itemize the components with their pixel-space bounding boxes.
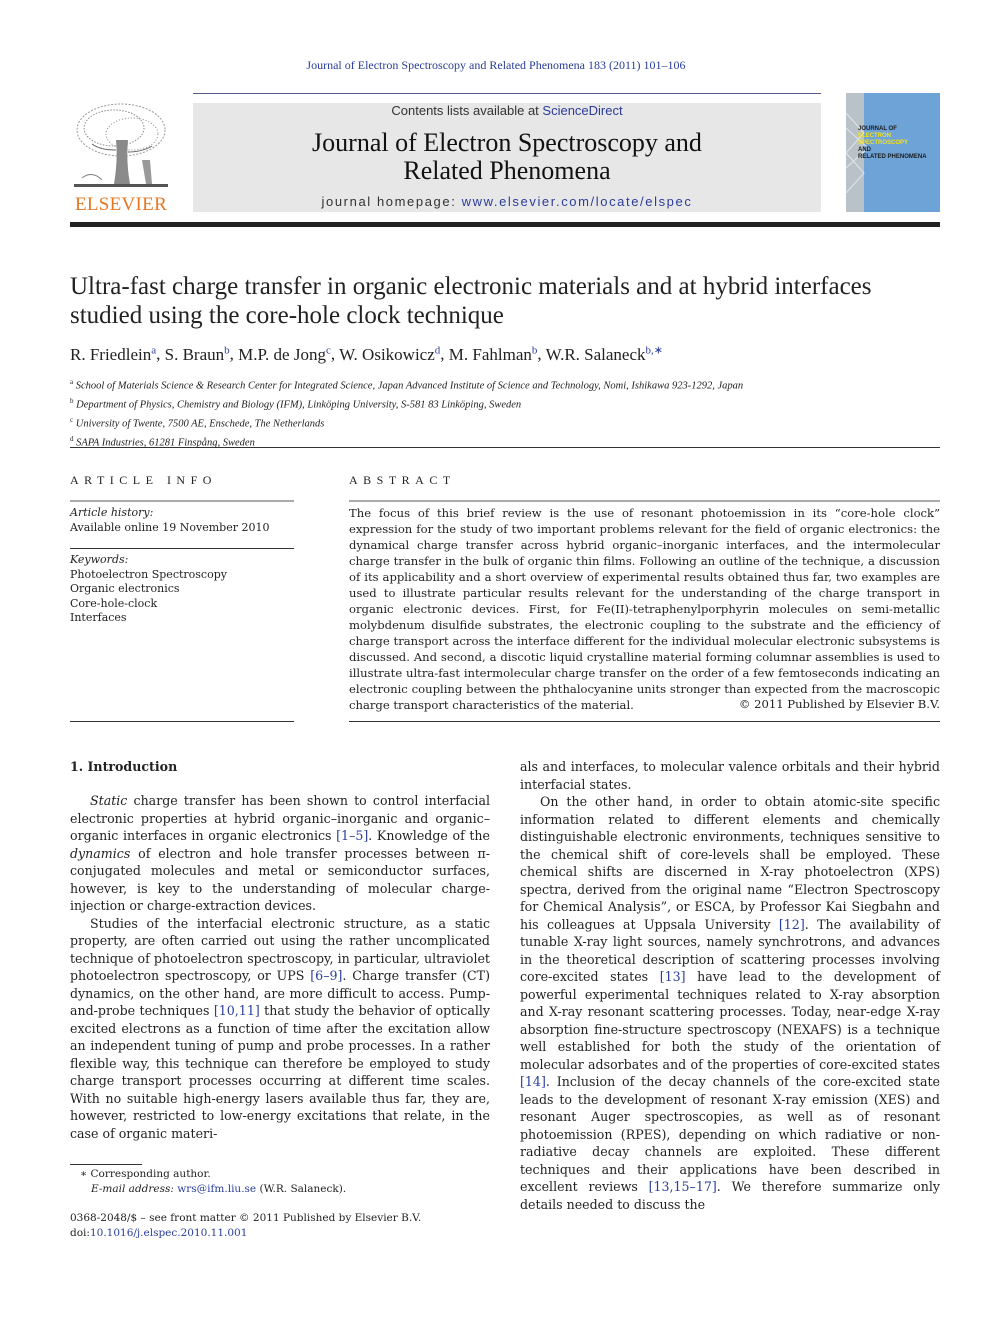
keywords-label: Keywords: — [70, 553, 129, 566]
abstract-copyright: © 2011 Published by Elsevier B.V. — [738, 697, 940, 711]
homepage-link[interactable]: www.elsevier.com/locate/elspec — [462, 194, 693, 209]
article-info-bottom-rule — [70, 721, 294, 722]
abstract-bottom-rule — [349, 721, 940, 722]
cover-line-3: SPECTROSCOPY — [858, 140, 909, 146]
citation-link[interactable]: [12] — [779, 917, 805, 932]
abstract-text: The focus of this brief review is the us… — [349, 506, 940, 712]
journal-cover-thumbnail[interactable]: JOURNAL OF ELECTRON SPECTROSCOPY AND REL… — [846, 93, 940, 212]
author[interactable]: W.R. Salaneckb,∗ — [546, 344, 663, 364]
author-affiliation-sup[interactable]: c — [326, 344, 331, 356]
author-affiliation-sup[interactable]: b,∗ — [646, 344, 663, 356]
author[interactable]: M.P. de Jongc — [238, 344, 331, 364]
affiliation: c University of Twente, 7500 AE, Ensched… — [70, 416, 325, 430]
keywords: Keywords: Photoelectron Spectroscopy Org… — [70, 553, 294, 626]
paragraph: On the other hand, in order to obtain at… — [520, 794, 941, 1212]
affiliation: a School of Materials Science & Research… — [70, 378, 744, 392]
doi-line: doi:10.1016/j.elspec.2010.11.001 — [70, 1226, 248, 1239]
journal-title[interactable]: Journal of Electron Spectroscopy and Rel… — [193, 129, 821, 185]
article-title-line-2: studied using the core-hole clock techni… — [70, 302, 504, 329]
email-note: E-mail address: wrs@ifm.liu.se (W.R. Sal… — [91, 1182, 347, 1195]
elsevier-wordmark: ELSEVIER — [74, 194, 168, 215]
masthead-top-rule — [193, 93, 821, 94]
contents-prefix: Contents lists available at — [391, 103, 543, 118]
abstract-rule — [349, 500, 940, 502]
abstract-heading: ABSTRACT — [349, 473, 456, 487]
front-matter: 0368-2048/$ – see front matter © 2011 Pu… — [70, 1211, 421, 1240]
article-info-rule — [70, 500, 294, 502]
author[interactable]: M. Fahlmanb — [449, 344, 538, 364]
citation-link[interactable]: [1–5] — [336, 828, 368, 843]
keyword: Core-hole-clock — [70, 596, 158, 610]
footnote-rule — [70, 1164, 142, 1165]
paragraph: als and interfaces, to molecular valence… — [520, 759, 940, 792]
sciencedirect-link[interactable]: ScienceDirect — [542, 103, 622, 118]
citation-link[interactable]: [13] — [660, 969, 686, 984]
issn-line: 0368-2048/$ – see front matter © 2011 Pu… — [70, 1212, 422, 1224]
author-affiliation-sup[interactable]: b — [224, 344, 230, 356]
author[interactable]: R. Friedleina — [70, 344, 156, 364]
cover-line-1: JOURNAL OF — [858, 126, 897, 132]
author-list: R. Friedleina, S. Braunb, M.P. de Jongc,… — [70, 344, 663, 364]
corresponding-author-note: ∗ Corresponding author. — [80, 1168, 211, 1180]
journal-title-line-1: Journal of Electron Spectroscopy and — [312, 128, 702, 157]
paragraph: Studies of the interfacial electronic st… — [70, 915, 490, 1141]
citation-link[interactable]: [14] — [520, 1074, 546, 1089]
cover-line-5: RELATED PHENOMENA — [858, 154, 927, 160]
running-head[interactable]: Journal of Electron Spectroscopy and Rel… — [0, 58, 992, 73]
author[interactable]: S. Braunb — [165, 344, 230, 364]
doi-link[interactable]: 10.1016/j.elspec.2010.11.001 — [90, 1227, 247, 1239]
author[interactable]: W. Osikowiczd — [339, 344, 441, 364]
paragraph: Static charge transfer has been shown to… — [70, 793, 490, 913]
affiliation: b Department of Physics, Chemistry and B… — [70, 397, 522, 411]
article-title: Ultra-fast charge transfer in organic el… — [70, 272, 950, 330]
citation-link[interactable]: [13,15–17] — [649, 1179, 717, 1194]
contents-line: Contents lists available at ScienceDirec… — [193, 103, 821, 118]
author-affiliation-sup[interactable]: a — [151, 344, 156, 356]
affiliations-rule — [70, 447, 940, 448]
keyword: Organic electronics — [70, 582, 180, 595]
masthead-box: Contents lists available at ScienceDirec… — [193, 103, 821, 212]
citation-link[interactable]: [10,11] — [214, 1003, 260, 1018]
author-affiliation-sup[interactable]: b — [532, 344, 538, 356]
article-info-heading: ARTICLE INFO — [70, 473, 217, 487]
affiliation: d SAPA Industries, 61281 Finspång, Swede… — [70, 435, 255, 449]
email-link[interactable]: wrs@ifm.liu.se — [177, 1183, 256, 1195]
article-history-value: Available online 19 November 2010 — [70, 520, 270, 534]
article-history-label: Article history: — [70, 506, 154, 519]
body-right-column: als and interfaces, to molecular valence… — [520, 758, 940, 1213]
affiliations: a School of Materials Science & Research… — [70, 375, 950, 451]
homepage-line: journal homepage: www.elsevier.com/locat… — [193, 194, 821, 209]
cover-line-2: ELECTRON — [858, 133, 891, 139]
section-heading-introduction: 1. Introduction — [70, 759, 178, 774]
citation-link[interactable]: [6–9] — [310, 968, 342, 983]
author-affiliation-sup[interactable]: d — [435, 344, 441, 356]
masthead-bottom-rule — [70, 222, 940, 227]
article-title-line-1: Ultra-fast charge transfer in organic el… — [70, 273, 872, 300]
elsevier-logo[interactable]: ELSEVIER — [68, 100, 174, 215]
journal-title-line-2: Related Phenomena — [403, 156, 611, 185]
elsevier-tree-icon — [72, 100, 170, 192]
cover-text: JOURNAL OF ELECTRON SPECTROSCOPY AND REL… — [858, 126, 927, 161]
keyword: Photoelectron Spectroscopy — [70, 567, 227, 581]
article-history: Article history: Available online 19 Nov… — [70, 506, 294, 535]
homepage-prefix: journal homepage: — [321, 194, 462, 209]
body-left-column: Static charge transfer has been shown to… — [70, 792, 490, 1142]
footnotes: ∗ Corresponding author. E-mail address: … — [80, 1167, 346, 1196]
history-rule — [70, 548, 294, 549]
keyword: Interfaces — [70, 611, 127, 624]
cover-line-4: AND — [858, 147, 871, 153]
